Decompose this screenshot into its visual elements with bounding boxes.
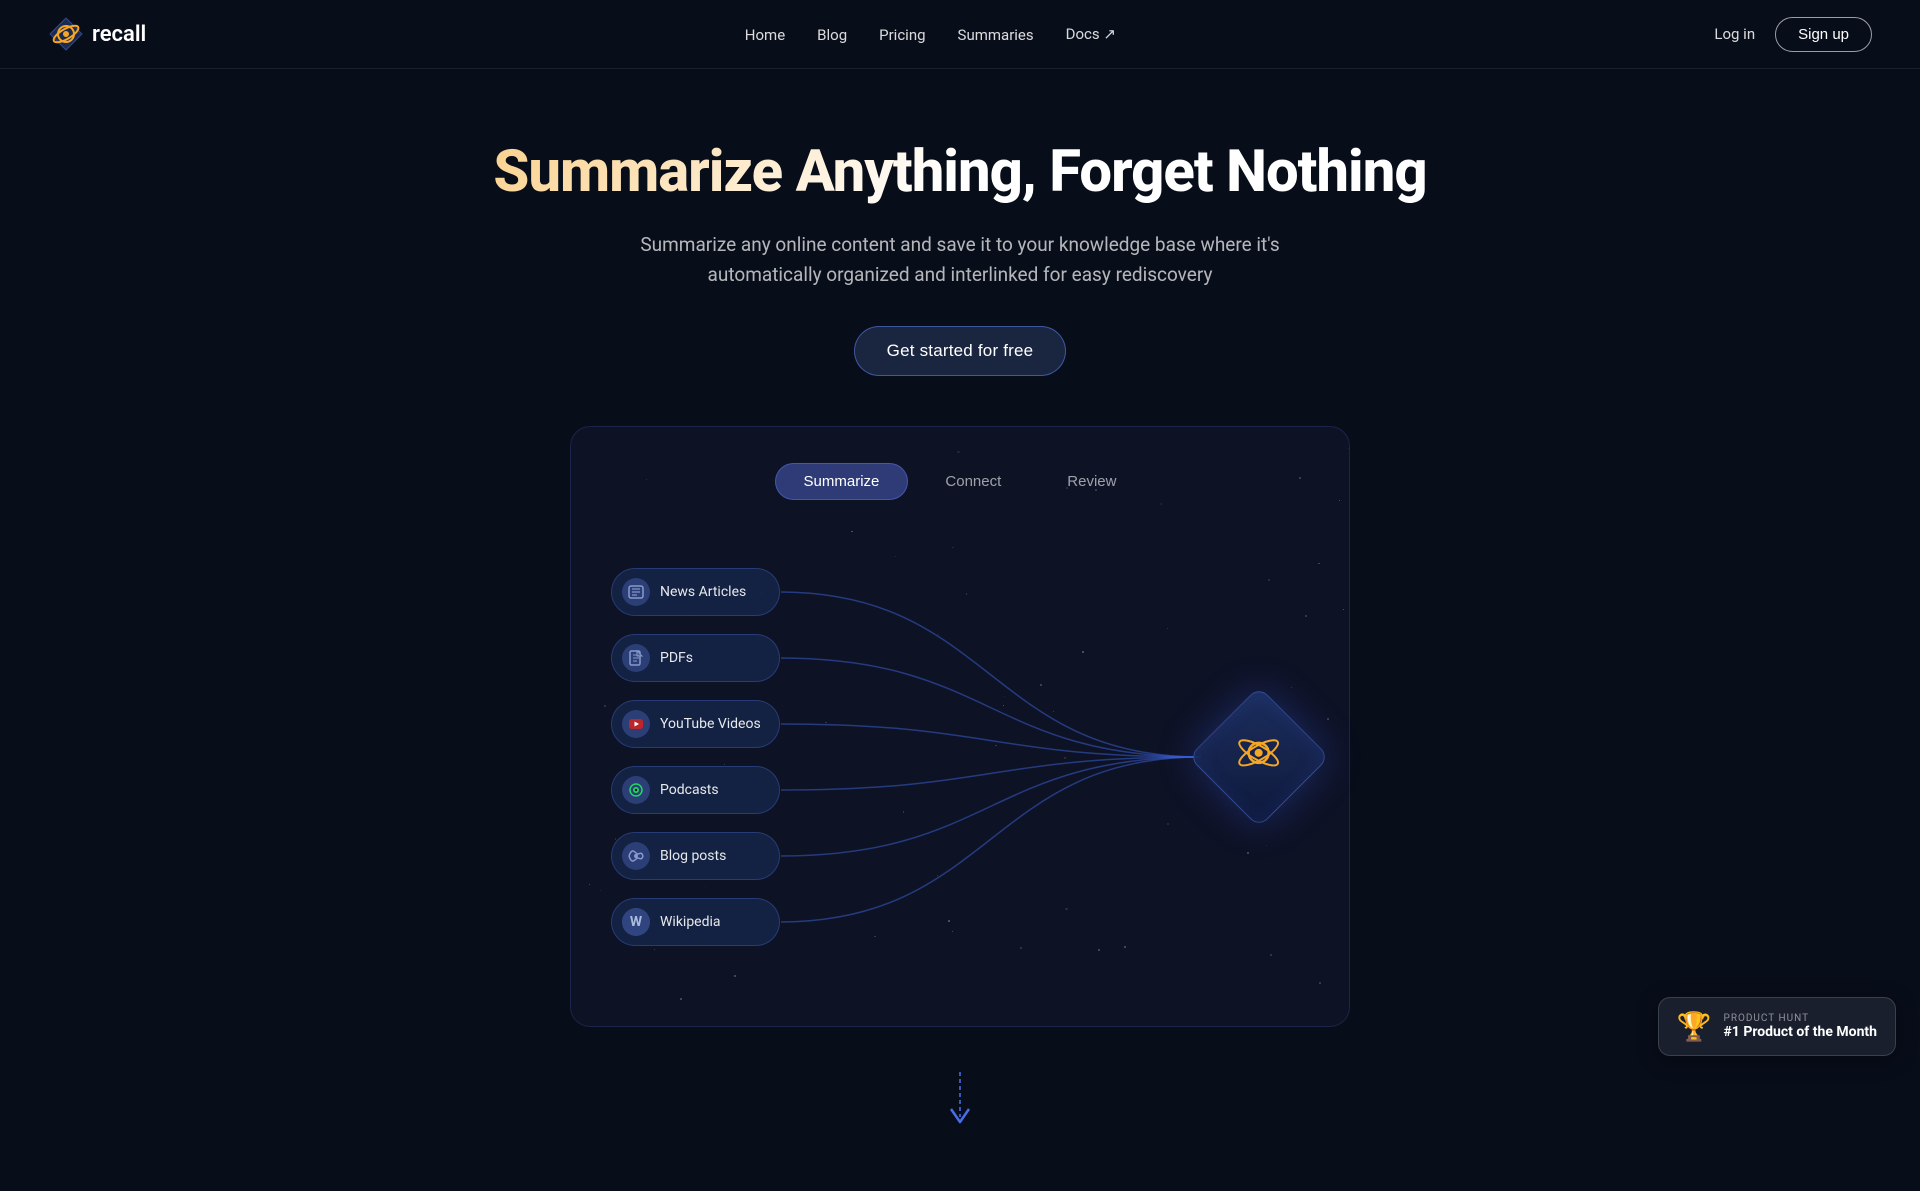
hero-section: Summarize Anything, Forget Nothing Summa… <box>0 69 1920 1027</box>
pdf-icon <box>622 644 650 672</box>
node-podcasts: Podcasts <box>611 766 780 814</box>
nav-blog[interactable]: Blog <box>817 26 847 44</box>
logo-icon <box>48 16 84 52</box>
node-pdf-label: PDFs <box>660 650 693 666</box>
node-podcast-label: Podcasts <box>660 782 719 798</box>
trophy-icon: 🏆 <box>1677 1010 1712 1043</box>
nav-links: Home Blog Pricing Summaries Docs ↗ <box>745 25 1116 44</box>
nav-actions: Log in Sign up <box>1714 17 1872 52</box>
connection-lines <box>781 548 1209 966</box>
nav-docs[interactable]: Docs ↗ <box>1066 25 1116 43</box>
node-wikipedia: W Wikipedia <box>611 898 780 946</box>
news-icon <box>622 578 650 606</box>
demo-container: Summarize Connect Review News <box>570 426 1350 1027</box>
node-wiki-label: Wikipedia <box>660 914 721 930</box>
orb-logo <box>1234 728 1284 787</box>
node-blog-label: Blog posts <box>660 848 726 864</box>
hero-subtitle: Summarize any online content and save it… <box>620 230 1300 291</box>
login-link[interactable]: Log in <box>1714 25 1755 43</box>
nav-home[interactable]: Home <box>745 26 785 44</box>
central-orb <box>1209 707 1309 807</box>
orb-diamond <box>1188 687 1329 828</box>
podcast-icon <box>622 776 650 804</box>
product-hunt-badge[interactable]: 🏆 PRODUCT HUNT #1 Product of the Month <box>1658 997 1896 1056</box>
ph-title: #1 Product of the Month <box>1724 1024 1877 1040</box>
node-news-label: News Articles <box>660 584 746 600</box>
logo-link[interactable]: recall <box>48 16 146 52</box>
tab-summarize[interactable]: Summarize <box>775 463 909 500</box>
cta-button[interactable]: Get started for free <box>854 326 1067 376</box>
navbar: recall Home Blog Pricing Summaries Docs … <box>0 0 1920 69</box>
node-youtube-videos: YouTube Videos <box>611 700 780 748</box>
tab-review[interactable]: Review <box>1038 463 1145 500</box>
diagram: News Articles PDFs <box>611 548 1309 966</box>
node-blog-posts: Blog posts <box>611 832 780 880</box>
signup-button[interactable]: Sign up <box>1775 17 1872 52</box>
node-news-articles: News Articles <box>611 568 780 616</box>
scroll-arrow <box>0 1027 1920 1191</box>
tabs-row: Summarize Connect Review <box>611 463 1309 500</box>
node-youtube-label: YouTube Videos <box>660 716 761 732</box>
node-pdfs: PDFs <box>611 634 780 682</box>
hero-title: Summarize Anything, Forget Nothing <box>20 139 1900 206</box>
ph-text: PRODUCT HUNT #1 Product of the Month <box>1724 1013 1877 1040</box>
tab-connect[interactable]: Connect <box>916 463 1030 500</box>
nav-pricing[interactable]: Pricing <box>879 26 925 44</box>
ph-label: PRODUCT HUNT <box>1724 1013 1877 1024</box>
source-nodes: News Articles PDFs <box>611 568 780 946</box>
blog-icon <box>622 842 650 870</box>
nav-summaries[interactable]: Summaries <box>958 26 1034 44</box>
wikipedia-icon: W <box>622 908 650 936</box>
logo-text: recall <box>92 22 146 47</box>
youtube-icon <box>622 710 650 738</box>
